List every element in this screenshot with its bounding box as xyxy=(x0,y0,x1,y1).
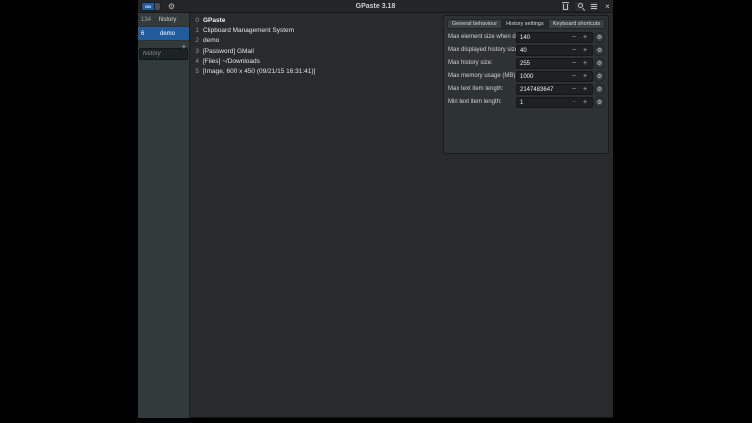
spin-value[interactable]: 1 xyxy=(520,100,523,106)
clipboard-item-index: 5 xyxy=(192,68,199,75)
search-button[interactable] xyxy=(574,1,585,12)
histories-list: 134 history 6 demo xyxy=(138,13,189,41)
spin-plus[interactable]: + xyxy=(580,98,590,107)
trash-icon xyxy=(563,4,568,10)
setting-label: Max history size: xyxy=(448,60,493,66)
spin-minus[interactable]: − xyxy=(569,98,579,107)
new-history-input[interactable] xyxy=(139,48,188,60)
clipboard-item-index: 0 xyxy=(192,17,199,24)
search-icon xyxy=(578,3,583,8)
spin-plus[interactable]: + xyxy=(580,33,590,42)
spin-button[interactable]: 1000 − + xyxy=(516,71,593,82)
setting-label: Min text item length: xyxy=(448,99,502,105)
setting-row: Max displayed history size: 40 − + ⚙ xyxy=(444,44,608,57)
spin-button[interactable]: 140 − + xyxy=(516,32,593,43)
spin-plus[interactable]: + xyxy=(580,85,590,94)
switch-on-label: ON xyxy=(142,3,154,10)
clipboard-item-text: GPaste xyxy=(203,17,225,24)
close-icon: × xyxy=(605,3,610,11)
setting-row: Min text item length: 1 − + ⚙ xyxy=(444,96,608,109)
close-button[interactable]: × xyxy=(602,1,613,12)
setting-row: Max memory usage (MB): 1000 − + ⚙ xyxy=(444,70,608,83)
menu-button[interactable] xyxy=(588,1,599,12)
reset-icon: ⚙ xyxy=(597,100,602,106)
reset-button[interactable]: ⚙ xyxy=(594,32,605,43)
clipboard-item-text: [Image, 600 x 450 (09/21/15 16:31:41)] xyxy=(203,68,315,75)
spin-value[interactable]: 1000 xyxy=(520,74,533,80)
spin-button[interactable]: 40 − + xyxy=(516,45,593,56)
history-list-item[interactable]: 134 history xyxy=(138,13,189,27)
reset-button[interactable]: ⚙ xyxy=(594,97,605,108)
setting-row: Max element size when displaying: 140 − … xyxy=(444,31,608,44)
settings-button[interactable]: ⚙ xyxy=(166,1,177,12)
spin-minus[interactable]: − xyxy=(569,46,579,55)
reset-icon: ⚙ xyxy=(597,35,602,41)
spin-minus[interactable]: − xyxy=(569,85,579,94)
setting-label: Max displayed history size: xyxy=(448,47,520,53)
reset-icon: ⚙ xyxy=(597,48,602,54)
settings-tabs: General behaviourHistory settingsKeyboar… xyxy=(444,19,608,29)
spin-plus[interactable]: + xyxy=(580,46,590,55)
settings-tab[interactable]: History settings xyxy=(502,19,549,29)
clipboard-item-text: [Password] GMail xyxy=(203,48,254,55)
spin-value[interactable]: 2147483647 xyxy=(520,87,553,93)
spin-value[interactable]: 40 xyxy=(520,48,527,54)
clipboard-item-index: 1 xyxy=(192,27,199,34)
setting-row: Max text item length: 2147483647 − + ⚙ xyxy=(444,83,608,96)
spin-button[interactable]: 1 − + xyxy=(516,97,593,108)
clipboard-item-text: [Files] ~/Downloads xyxy=(203,58,260,65)
spin-minus[interactable]: − xyxy=(569,33,579,42)
spin-minus[interactable]: − xyxy=(569,59,579,68)
setting-row: Max history size: 255 − + ⚙ xyxy=(444,57,608,70)
empty-history-button[interactable] xyxy=(560,1,571,12)
spin-plus[interactable]: + xyxy=(580,59,590,68)
settings-tab[interactable]: Keyboard shortcuts xyxy=(549,19,605,29)
spin-value[interactable]: 140 xyxy=(520,35,530,41)
gpaste-window: GPaste 3.18 ON ⚙ × 134 hi xyxy=(138,0,613,418)
spin-plus[interactable]: + xyxy=(580,72,590,81)
reset-icon: ⚙ xyxy=(597,87,602,93)
spin-button[interactable]: 2147483647 − + xyxy=(516,84,593,95)
reset-button[interactable]: ⚙ xyxy=(594,71,605,82)
setting-label: Max memory usage (MB): xyxy=(448,73,517,79)
settings-rows: Max element size when displaying: 140 − … xyxy=(444,31,608,109)
spin-button[interactable]: 255 − + xyxy=(516,58,593,69)
setting-label: Max text item length: xyxy=(448,86,503,92)
tracking-switch[interactable]: ON xyxy=(141,2,161,11)
spin-value[interactable]: 255 xyxy=(520,61,530,67)
reset-icon: ⚙ xyxy=(597,74,602,80)
window-title: GPaste 3.18 xyxy=(138,0,613,13)
history-item-count: 6 xyxy=(138,31,152,37)
histories-sidebar: 134 history 6 demo + xyxy=(138,13,190,418)
reset-button[interactable]: ⚙ xyxy=(594,45,605,56)
desktop: GPaste 3.18 ON ⚙ × 134 hi xyxy=(0,0,752,423)
history-list-item[interactable]: 6 demo xyxy=(138,27,189,41)
clipboard-item-index: 4 xyxy=(192,58,199,65)
switch-knob xyxy=(154,3,160,10)
history-item-count: 134 xyxy=(138,17,152,23)
history-item-name: demo xyxy=(152,31,189,37)
menu-icon xyxy=(591,4,597,5)
settings-tab[interactable]: General behaviour xyxy=(447,19,502,29)
add-history-icon[interactable]: + xyxy=(182,45,186,51)
clipboard-item-index: 3 xyxy=(192,48,199,55)
history-item-name: history xyxy=(152,17,189,23)
clipboard-item-text: Clipboard Management System xyxy=(203,27,294,34)
spin-minus[interactable]: − xyxy=(569,72,579,81)
titlebar: GPaste 3.18 ON ⚙ × xyxy=(138,0,613,13)
gear-icon: ⚙ xyxy=(168,3,175,11)
clipboard-item-index: 2 xyxy=(192,37,199,44)
new-history-row: + xyxy=(138,41,189,55)
settings-panel: General behaviourHistory settingsKeyboar… xyxy=(443,15,609,154)
reset-button[interactable]: ⚙ xyxy=(594,58,605,69)
reset-icon: ⚙ xyxy=(597,61,602,67)
reset-button[interactable]: ⚙ xyxy=(594,84,605,95)
clipboard-item-text: demo xyxy=(203,37,219,44)
